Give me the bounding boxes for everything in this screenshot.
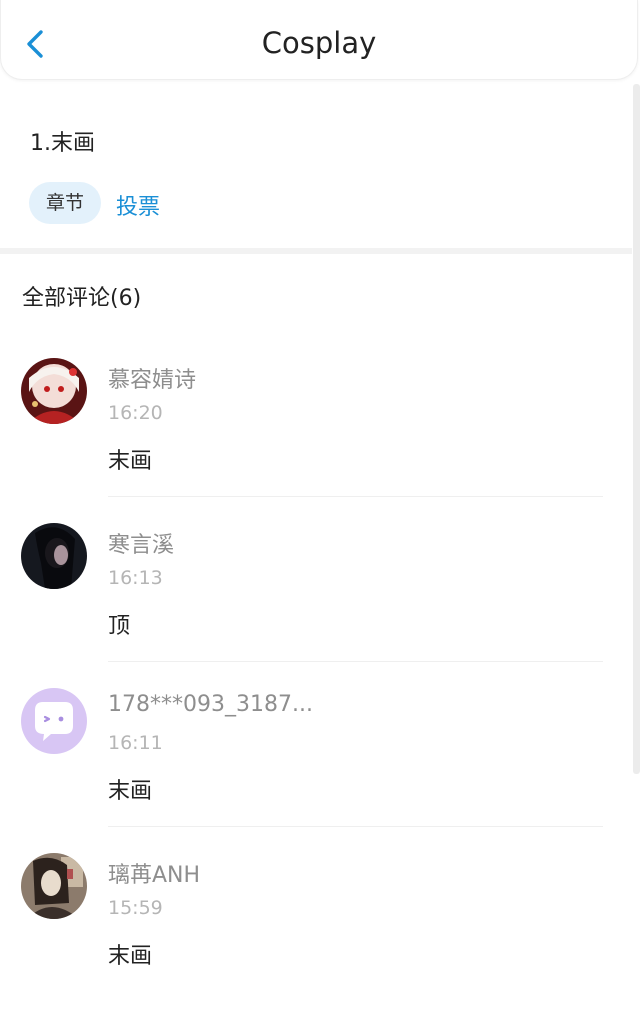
user-avatar[interactable] xyxy=(21,523,87,589)
dark-hair-girl-avatar-icon xyxy=(21,523,87,589)
comment-author[interactable]: 慕容婧诗 xyxy=(108,362,196,394)
top-bar: Cosplay xyxy=(0,0,638,80)
chat-bubble-avatar-icon xyxy=(21,688,87,754)
comment-author[interactable]: 璃苒ANH xyxy=(108,857,200,889)
comment-item: 178***093_3187... 16:11 末画 xyxy=(0,688,632,853)
scrollbar[interactable] xyxy=(633,84,640,774)
anime-girl-vintage-avatar-icon xyxy=(21,853,87,919)
user-avatar[interactable] xyxy=(21,358,87,424)
chapter-title: 1.末画 xyxy=(30,131,95,156)
comment-author[interactable]: 178***093_3187... xyxy=(108,692,313,717)
vote-link[interactable]: 投票 xyxy=(116,189,160,221)
comment-text: 末画 xyxy=(108,944,153,969)
chapter-tag: 章节 xyxy=(29,182,101,224)
page-title: Cosplay xyxy=(261,26,377,60)
comment-author[interactable]: 寒言溪 xyxy=(108,527,174,559)
comment-text: 末画 xyxy=(108,449,153,474)
comment-time: 16:11 xyxy=(108,732,163,754)
comment-divider xyxy=(108,496,603,497)
comment-text: 末画 xyxy=(108,779,153,804)
comments-header: 全部评论(6) xyxy=(22,286,142,311)
comment-text: 顶 xyxy=(108,614,131,639)
section-divider xyxy=(0,248,632,254)
comment-time: 16:20 xyxy=(108,402,163,424)
comment-time: 15:59 xyxy=(108,897,163,919)
user-avatar[interactable] xyxy=(21,688,87,754)
comment-divider xyxy=(108,661,603,662)
comment-item: 慕容婧诗 16:20 末画 xyxy=(0,358,632,523)
comment-time: 16:13 xyxy=(108,567,163,589)
comment-item: 寒言溪 16:13 顶 xyxy=(0,523,632,688)
comment-item: 璃苒ANH 15:59 末画 xyxy=(0,853,632,1018)
comment-divider xyxy=(108,826,603,827)
user-avatar[interactable] xyxy=(21,853,87,919)
anime-girl-red-avatar-icon xyxy=(21,358,87,424)
